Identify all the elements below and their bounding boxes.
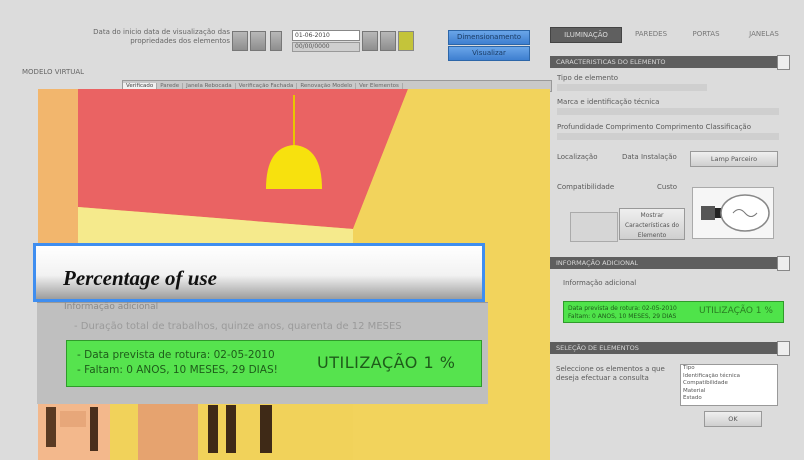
rp-utilization-box: Data prevista de rotura: 02-05-2010 Falt… [563,301,784,323]
visualize-button[interactable]: Visualizar [448,46,530,61]
confirm-date-button[interactable] [398,31,414,51]
duration-info: - Duração total de trabalhos, quinze ano… [74,321,402,332]
lightbulb-icon [701,194,770,232]
element-thumbnail [570,212,618,242]
caption-callout: Percentage of use [33,243,485,302]
show-characteristics-button[interactable]: Mostrar Características do Elemento [619,208,685,240]
list-item[interactable]: Identificação técnica [681,373,777,381]
list-item[interactable]: Compatibilidade [681,380,777,388]
compatibilidade-label: Compatibilidade [557,183,615,191]
list-item[interactable]: Material [681,388,777,396]
prev-day-button[interactable] [270,31,282,51]
info-label: Informação adicional [563,279,637,287]
list-item[interactable]: Tipo [681,365,777,373]
tipo-label: Tipo de elemento [557,74,619,82]
marca-field[interactable] [557,108,779,115]
dimensions-labels: Profundidade Comprimento Comprimento Cla… [557,123,752,131]
localizacao-label: Localização [557,153,598,161]
date-input[interactable]: 01-06-2010 [292,30,360,41]
tab-portas[interactable]: PORTAS [680,27,732,41]
date-secondary: 00/00/0000 [292,42,360,52]
section-select: SELEÇÃO DE ELEMENTOS [550,342,788,354]
collapse-info-button[interactable] [777,256,790,271]
first-date-button[interactable] [232,31,248,51]
tab-iluminacao[interactable]: ILUMINAÇÃO [550,27,622,43]
partial-heading: Informação adicional [64,302,159,312]
list-item[interactable]: Estado [681,395,777,403]
next-date-button[interactable] [362,31,378,51]
app-window: Data do inicio data de visualização das … [0,0,804,460]
utilization-value: UTILIZAÇÃO 1 % [317,353,456,372]
bulb-image [692,187,774,239]
tab-paredes[interactable]: PAREDES [624,27,678,41]
utilization-status-box: - Data prevista de rotura: 02-05-2010 - … [66,340,482,387]
section-info: INFORMAÇÃO ADICIONAL [550,257,788,269]
rp-remaining-time: Faltam: 0 ANOS, 10 MESES, 29 DIAS [568,313,677,320]
marca-label: Marca e identificação técnica [557,98,660,106]
viewport-label: MODELO VIRTUAL [22,68,85,76]
rp-utilization-value: UTILIZAÇÃO 1 % [699,306,773,316]
collapse-select-button[interactable] [777,341,790,356]
lamp-partner-button[interactable]: Lamp Parceiro [690,151,778,167]
date-label: Data do inicio data de visualização das … [93,28,230,45]
rupture-date: - Data prevista de rotura: 02-05-2010 [77,349,275,361]
section-characteristics: CARACTERISTICAS DO ELEMENTO [550,56,788,68]
select-label: Seleccione os elementos a que deseja efe… [556,365,665,382]
tipo-field[interactable] [557,84,707,91]
prev-date-button[interactable] [250,31,266,51]
caption-text: Percentage of use [63,266,217,290]
element-listbox[interactable]: Tipo Identificação técnica Compatibilida… [680,364,778,406]
collapse-button[interactable] [777,55,790,70]
data-instalacao-label: Data Instalação [622,153,677,161]
dimensions-fields[interactable] [557,133,779,140]
ok-button[interactable]: OK [704,411,762,427]
tab-janelas[interactable]: JANELAS [736,27,792,41]
custo-label: Custo [657,183,677,191]
rp-rupture-date: Data prevista de rotura: 02-05-2010 [568,305,677,312]
remaining-time: - Faltam: 0 ANOS, 10 MESES, 29 DIAS! [77,364,278,376]
dimension-button[interactable]: Dimensionamento [448,30,530,45]
last-date-button[interactable] [380,31,396,51]
ceiling [78,89,408,229]
